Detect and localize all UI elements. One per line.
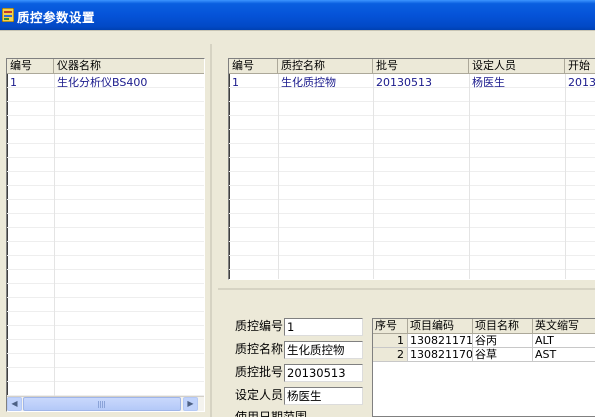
column-header-batch[interactable]: 批号 — [373, 59, 469, 74]
table-row[interactable]: 1 生化质控物 20130513 杨医生 2013 — [229, 76, 595, 89]
instrument-grid[interactable]: 编号 仪器名称 1 生化分析仪BS400 ◀ ▶ — [6, 58, 205, 412]
pane-splitter-horizontal[interactable] — [218, 288, 595, 290]
cell-start: 2013 — [568, 76, 595, 89]
window-title: 质控参数设置 — [17, 10, 96, 25]
column-header-abbreviation[interactable]: 英文缩写 — [533, 319, 595, 334]
setter-field[interactable]: 杨医生 — [284, 387, 363, 405]
column-divider — [565, 74, 566, 279]
instrument-grid-header: 编号 仪器名称 — [7, 59, 204, 74]
cell-abbreviation: ALT — [533, 334, 595, 348]
qc-grid-body — [229, 74, 595, 279]
scroll-left-arrow-icon[interactable]: ◀ — [7, 397, 22, 411]
cell-item-name: 谷丙 — [473, 334, 533, 348]
table-row[interactable]: 1 1308211713 谷丙 ALT — [373, 334, 595, 348]
item-grid-header: 序号 项目编码 项目名称 英文缩写 — [373, 319, 595, 334]
column-header-setter[interactable]: 设定人员 — [469, 59, 565, 74]
cell-seq: 2 — [373, 348, 408, 362]
setter-label: 设定人员 — [235, 388, 284, 402]
qc-batch-field[interactable]: 20130513 — [284, 364, 363, 382]
cell-instrument-name: 生化分析仪BS400 — [57, 76, 148, 89]
cell-item-code: 1308211713 — [408, 334, 473, 348]
column-header-id[interactable]: 编号 — [7, 59, 54, 74]
cell-qc-name: 生化质控物 — [281, 76, 336, 89]
cell-seq: 1 — [373, 334, 408, 348]
column-header-instrument-name[interactable]: 仪器名称 — [54, 59, 204, 74]
app-icon — [2, 8, 14, 22]
qc-grid-header: 编号 质控名称 批号 设定人员 开始 — [229, 59, 595, 74]
title-bar[interactable]: 质控参数设置 — [0, 0, 595, 30]
item-grid[interactable]: 序号 项目编码 项目名称 英文缩写 1 1308211713 谷丙 ALT 2 … — [372, 318, 595, 417]
cell-id: 1 — [232, 76, 239, 89]
column-header-seq[interactable]: 序号 — [373, 319, 408, 334]
column-header-start[interactable]: 开始 — [565, 59, 595, 74]
scroll-thumb[interactable] — [23, 397, 181, 411]
column-header-id[interactable]: 编号 — [229, 59, 278, 74]
horizontal-scrollbar[interactable]: ◀ ▶ — [7, 396, 204, 411]
column-header-qc-name[interactable]: 质控名称 — [278, 59, 373, 74]
frame-top-edge — [0, 30, 595, 31]
table-row[interactable]: 1 生化分析仪BS400 — [7, 76, 204, 89]
column-divider — [373, 74, 374, 279]
qc-batch-label: 质控批号 — [235, 365, 284, 379]
cell-item-name: 谷草 — [473, 348, 533, 362]
cell-item-code: 1308211705 — [408, 348, 473, 362]
qc-name-label: 质控名称 — [235, 342, 284, 356]
column-divider — [54, 74, 55, 411]
pane-splitter[interactable] — [210, 44, 212, 417]
qc-grid[interactable]: 编号 质控名称 批号 设定人员 开始 1 生化质控物 20130513 杨医生 … — [228, 58, 595, 280]
cell-setter: 杨医生 — [472, 76, 505, 89]
table-row[interactable]: 2 1308211705 谷草 AST — [373, 348, 595, 362]
qc-no-label: 质控编号 — [235, 319, 284, 333]
qc-name-field[interactable]: 生化质控物 — [284, 341, 363, 359]
cell-id: 1 — [10, 76, 17, 89]
qc-no-field[interactable]: 1 — [284, 318, 363, 336]
scroll-right-arrow-icon[interactable]: ▶ — [183, 397, 198, 411]
column-divider — [469, 74, 470, 279]
grip-icon — [98, 401, 106, 408]
column-header-item-name[interactable]: 项目名称 — [473, 319, 533, 334]
cell-abbreviation: AST — [533, 348, 595, 362]
instrument-grid-body — [7, 74, 204, 411]
cell-batch: 20130513 — [376, 76, 432, 89]
column-divider — [278, 74, 279, 279]
column-header-item-code[interactable]: 项目编码 — [408, 319, 473, 334]
date-range-label: 使用日期范围 — [235, 410, 308, 417]
